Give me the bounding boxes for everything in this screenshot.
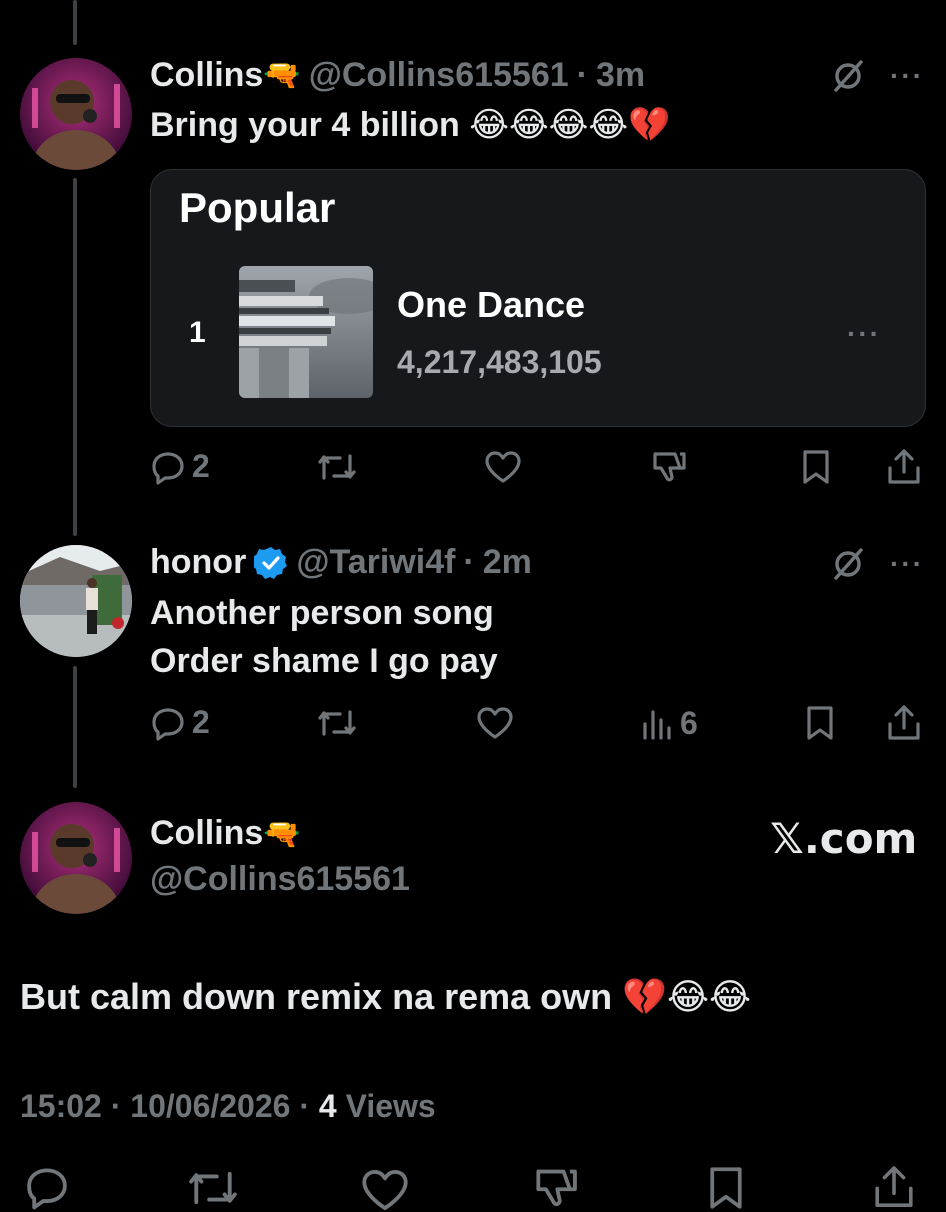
track-more-icon[interactable]: ··· — [847, 318, 881, 350]
separator-dot: · — [463, 543, 475, 581]
play-count: 4,217,483,105 — [397, 344, 602, 380]
separator-dot: · — [299, 1088, 310, 1124]
main-views-count: 4 — [318, 1088, 337, 1124]
tweet2-views-count: 6 — [680, 704, 698, 741]
album-art[interactable] — [239, 266, 373, 398]
avatar-collins[interactable] — [20, 58, 132, 170]
song-title: One Dance — [397, 284, 586, 325]
tweet2-header: honor @Tariwi4f · 2m — [150, 543, 532, 582]
pistol-emoji: 🔫 — [263, 58, 301, 93]
spotify-popular-card[interactable]: Popular 1 One Dance 4,217,483,105 ··· — [150, 169, 926, 427]
pistol-emoji: 🔫 — [263, 817, 301, 852]
views-icon — [643, 710, 671, 740]
tweet1-grok-icon[interactable] — [830, 58, 866, 99]
tweet2-text-line1: Another person song — [150, 594, 494, 632]
main-like-button[interactable] — [360, 1168, 410, 1212]
heart-icon — [485, 451, 521, 483]
main-share-button[interactable] — [872, 1162, 916, 1210]
thread-line-top — [73, 0, 77, 45]
card-title: Popular — [179, 184, 336, 231]
separator-dot: · — [110, 1088, 122, 1124]
tweet1-dislike-button[interactable] — [650, 448, 688, 486]
heart-icon — [362, 1169, 408, 1211]
main-name[interactable]: Collins — [150, 814, 263, 852]
repost-icon — [318, 454, 356, 480]
main-handle[interactable]: @Collins615561 — [150, 860, 410, 899]
tweet1-handle[interactable]: @Collins615561 — [309, 56, 569, 95]
main-meta: 15:02 · 10/06/2026 · 4 Views — [20, 1088, 436, 1125]
share-icon — [888, 449, 920, 484]
tweet2-name[interactable]: honor — [150, 543, 246, 582]
main-views-label: Views — [345, 1088, 436, 1124]
main-name-row: Collins🔫 — [150, 814, 301, 853]
main-tweet-text: But calm down remix na rema own 💔😂😂 — [20, 976, 752, 1017]
dislike-icon — [536, 1169, 577, 1207]
heart-icon — [477, 707, 513, 739]
tweet1-share-button[interactable] — [886, 446, 922, 486]
bookmark-icon — [803, 450, 829, 484]
avatar-collins-main[interactable] — [20, 802, 132, 914]
tweet2-time[interactable]: 2m — [483, 543, 532, 582]
tweet2-bookmark-button[interactable] — [804, 704, 836, 742]
reply-icon — [152, 707, 184, 741]
main-dislike-button[interactable] — [532, 1164, 580, 1212]
tweet2-views-button[interactable]: 6 — [640, 704, 698, 742]
tweet1-bookmark-button[interactable] — [800, 448, 832, 486]
track-rank: 1 — [189, 316, 206, 349]
tweet1-reply-count: 2 — [192, 448, 210, 484]
tweet2-grok-icon[interactable] — [830, 546, 866, 587]
tweet2-text-line2: Order shame I go pay — [150, 642, 498, 680]
bookmark-icon — [807, 706, 833, 740]
reply-icon — [152, 451, 184, 485]
bookmark-icon — [710, 1167, 742, 1209]
tweet2-reply-button[interactable]: 2 — [150, 704, 210, 741]
tweet1-repost-button[interactable] — [316, 450, 358, 484]
main-bookmark-button[interactable] — [706, 1164, 746, 1212]
avatar-honor[interactable] — [20, 545, 132, 657]
tweet1-more-icon[interactable]: ··· — [890, 60, 924, 92]
x-com-watermark: 𝕏.com — [770, 814, 918, 863]
tweet1-name[interactable]: Collins — [150, 56, 263, 95]
separator-dot: · — [576, 56, 588, 94]
tweet2-reply-count: 2 — [192, 704, 210, 740]
tweet2-share-button[interactable] — [886, 702, 922, 742]
main-reply-button[interactable] — [24, 1164, 70, 1210]
thread-line-1 — [73, 178, 77, 536]
share-icon — [888, 705, 920, 740]
verified-badge-icon — [254, 546, 288, 579]
repost-icon — [318, 710, 356, 736]
tweet1-reply-button[interactable]: 2 — [150, 448, 210, 485]
dislike-icon — [653, 452, 686, 482]
tweet2-more-icon[interactable]: ··· — [890, 548, 924, 580]
tweet2-like-button[interactable] — [476, 706, 514, 740]
main-repost-button[interactable] — [186, 1166, 240, 1210]
tweet1-like-button[interactable] — [484, 450, 522, 484]
repost-icon — [189, 1171, 237, 1205]
tweet1-text: Bring your 4 billion 😂😂😂😂💔 — [150, 106, 671, 144]
tweet1-time[interactable]: 3m — [596, 56, 645, 95]
tweet2-repost-button[interactable] — [316, 706, 358, 740]
share-icon — [875, 1166, 913, 1207]
thread-line-2 — [73, 666, 77, 788]
main-date[interactable]: 10/06/2026 — [130, 1088, 290, 1124]
tweet2-handle[interactable]: @Tariwi4f — [296, 543, 455, 582]
reply-icon — [27, 1168, 67, 1210]
tweet1-header: Collins 🔫 @Collins615561 · 3m — [150, 56, 645, 95]
main-time[interactable]: 15:02 — [20, 1088, 102, 1124]
